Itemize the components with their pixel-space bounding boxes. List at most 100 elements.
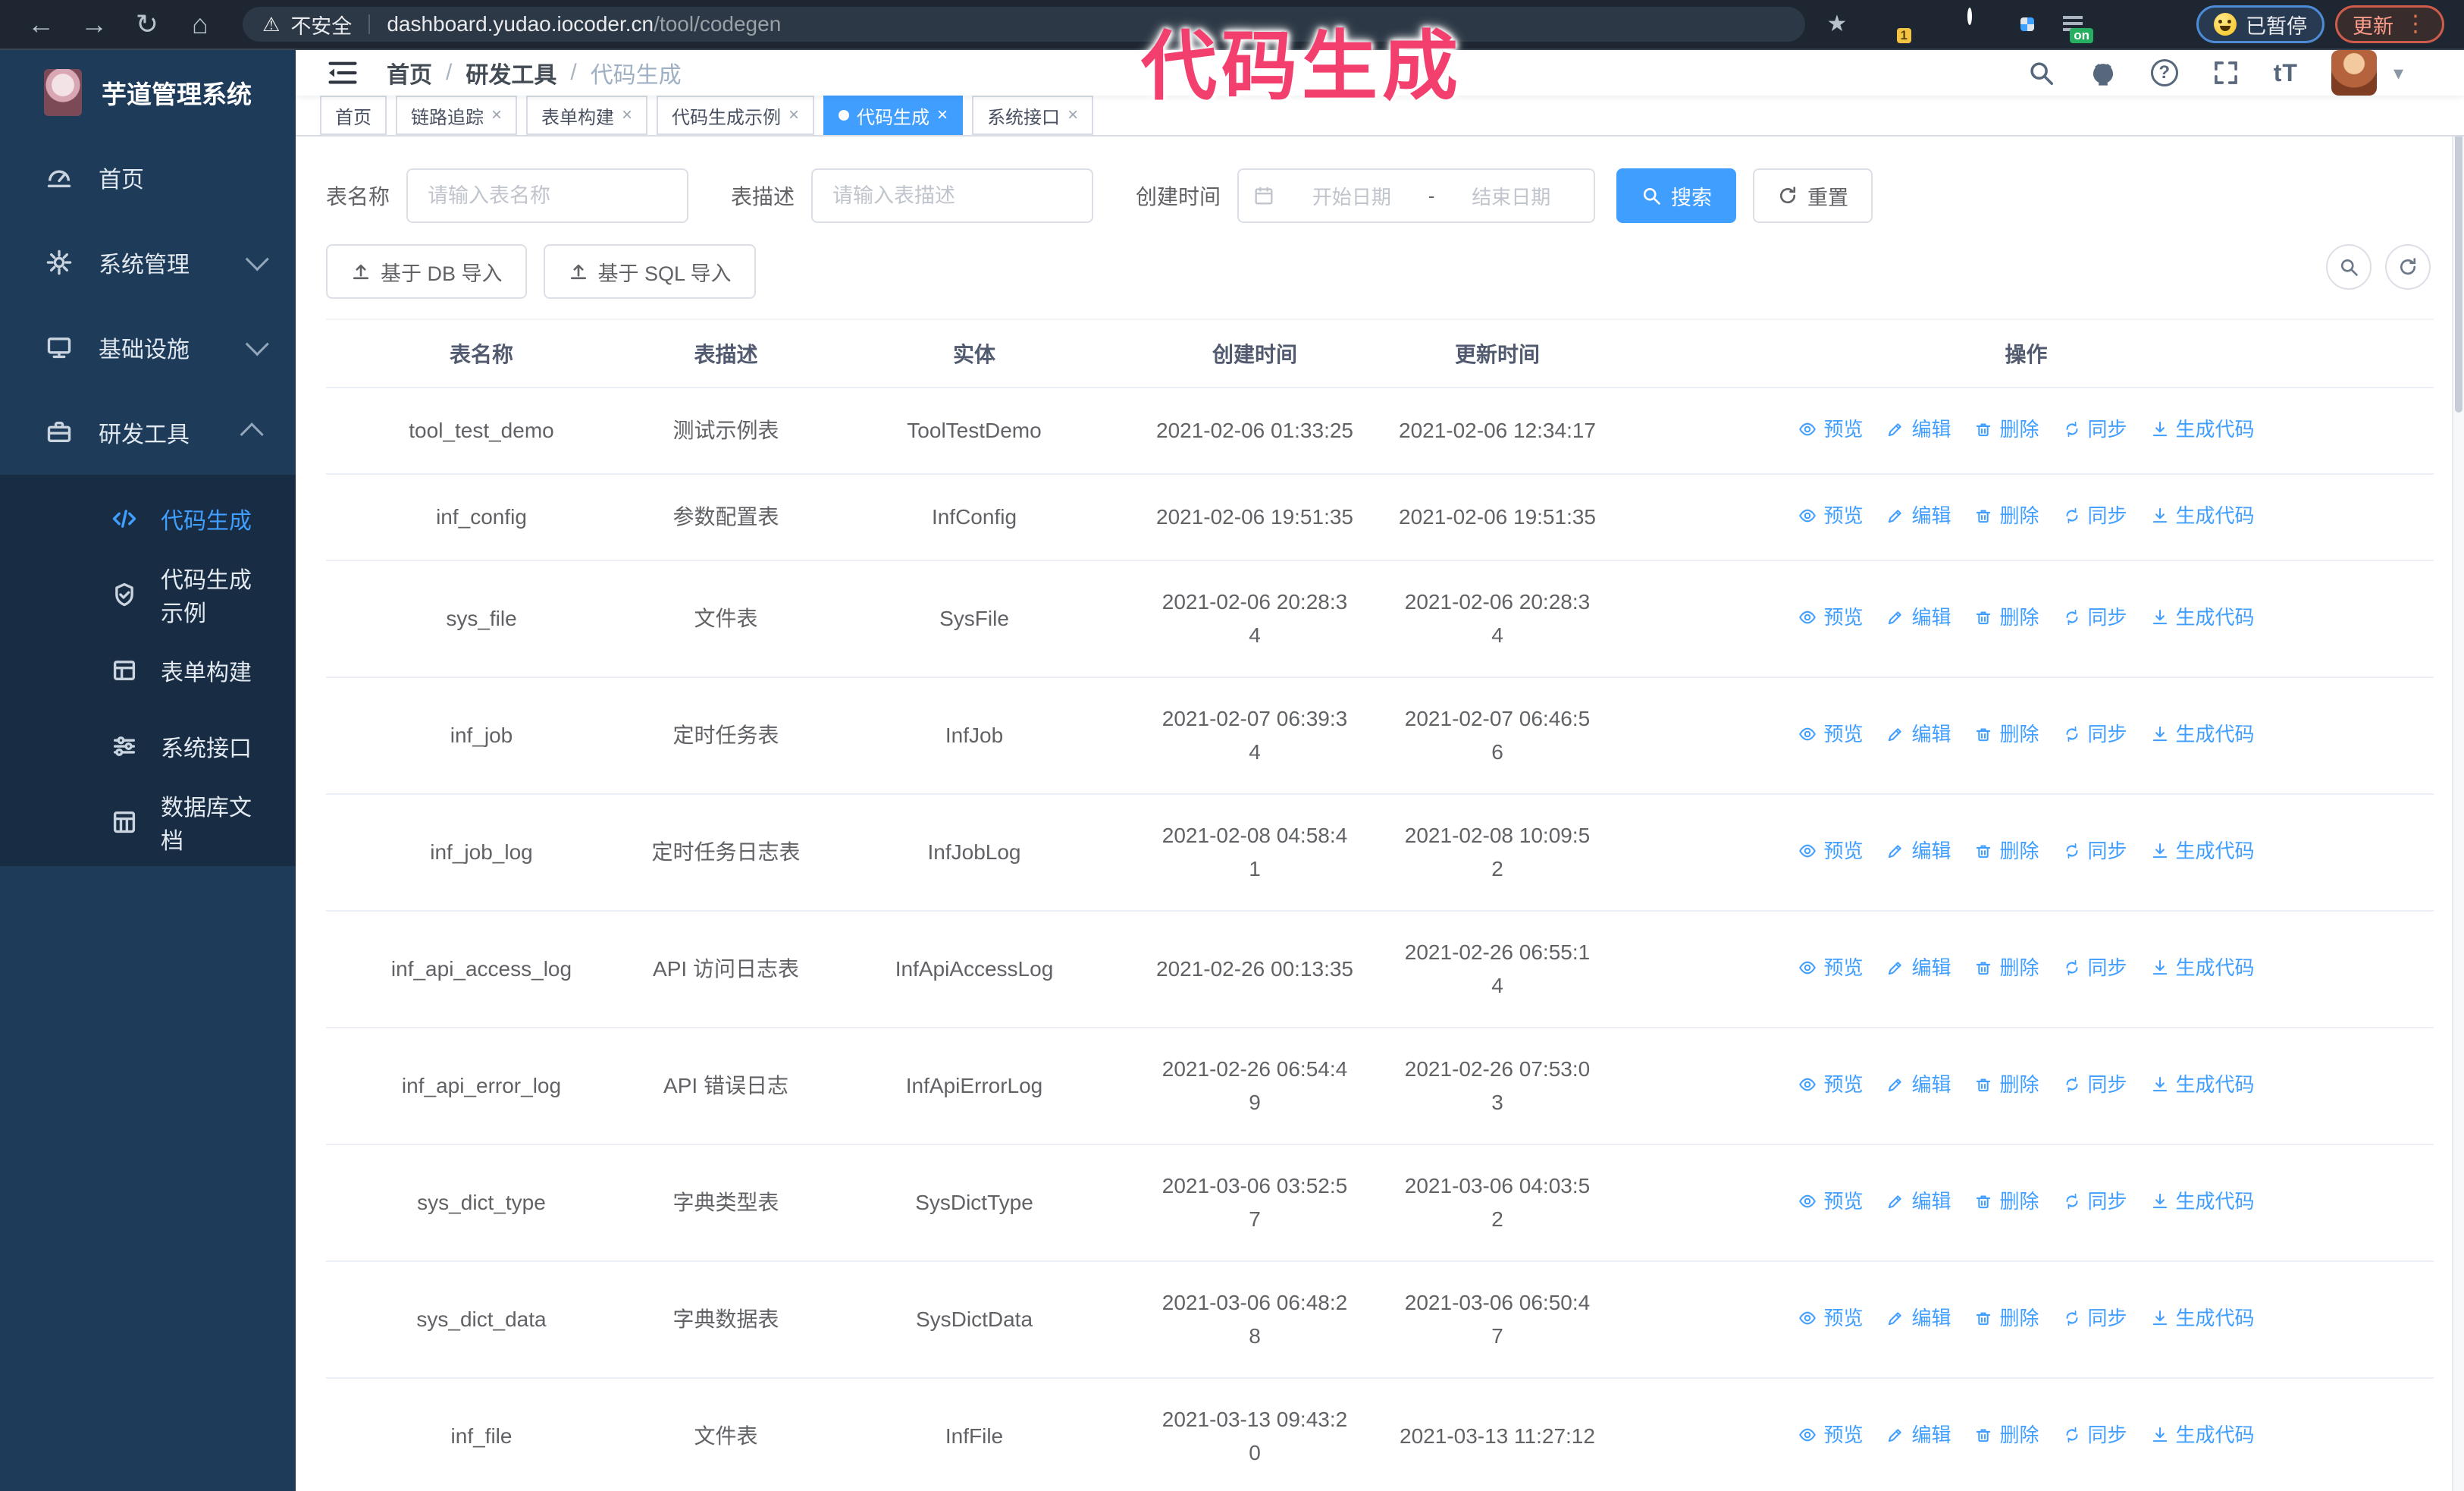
生成代码-link[interactable]: 生成代码 bbox=[2150, 413, 2255, 446]
同步-link[interactable]: 同步 bbox=[2062, 413, 2127, 446]
app-logo[interactable]: 芋道管理系统 bbox=[0, 50, 296, 135]
close-icon[interactable]: × bbox=[491, 106, 502, 124]
sidebar-item-codegen[interactable]: 代码生成 bbox=[0, 481, 296, 557]
编辑-link[interactable]: 编辑 bbox=[1886, 951, 1951, 984]
text-size-icon[interactable]: tT bbox=[2274, 59, 2298, 87]
预览-link[interactable]: 预览 bbox=[1798, 1418, 1863, 1452]
同步-link[interactable]: 同步 bbox=[2062, 499, 2127, 532]
db-import-button[interactable]: 基于 DB 导入 bbox=[326, 244, 527, 299]
编辑-link[interactable]: 编辑 bbox=[1886, 1185, 1951, 1218]
同步-link[interactable]: 同步 bbox=[2062, 601, 2127, 634]
date-range-picker[interactable]: 开始日期 - 结束日期 bbox=[1237, 168, 1596, 223]
sidebar-item-devtools[interactable]: 研发工具 bbox=[0, 390, 296, 475]
sql-import-button[interactable]: 基于 SQL 导入 bbox=[543, 244, 756, 299]
同步-link[interactable]: 同步 bbox=[2062, 1301, 2127, 1335]
search-icon[interactable] bbox=[2027, 58, 2055, 87]
extension-orange-icon[interactable]: 1 bbox=[1876, 10, 1911, 43]
kebab-menu-icon[interactable]: ⋮ bbox=[2404, 13, 2427, 36]
sidebar-item-codegen-example[interactable]: 代码生成示例 bbox=[0, 557, 296, 632]
avatar[interactable] bbox=[2331, 50, 2377, 96]
url-bar[interactable]: ⚠ 不安全 dashboard.yudao.iocoder.cn/tool/co… bbox=[243, 7, 1805, 42]
删除-link[interactable]: 删除 bbox=[1973, 1185, 2039, 1218]
生成代码-link[interactable]: 生成代码 bbox=[2150, 1301, 2255, 1335]
sidebar-item-system-api[interactable]: 系统接口 bbox=[0, 708, 296, 784]
生成代码-link[interactable]: 生成代码 bbox=[2150, 1068, 2255, 1101]
编辑-link[interactable]: 编辑 bbox=[1886, 413, 1951, 446]
同步-link[interactable]: 同步 bbox=[2062, 951, 2127, 984]
删除-link[interactable]: 删除 bbox=[1973, 1068, 2039, 1101]
extension-puzzle-icon[interactable] bbox=[2149, 10, 2178, 39]
tab-表单构建[interactable]: 表单构建 × bbox=[526, 96, 648, 135]
hamburger-icon[interactable] bbox=[326, 56, 359, 89]
同步-link[interactable]: 同步 bbox=[2062, 1185, 2127, 1218]
删除-link[interactable]: 删除 bbox=[1973, 601, 2039, 634]
reload-icon[interactable]: ↻ bbox=[126, 2, 168, 47]
extension-check-icon[interactable] bbox=[1967, 8, 1996, 39]
sidebar-item-db-doc[interactable]: 数据库文档 bbox=[0, 784, 296, 860]
bookmark-star-icon[interactable]: ★ bbox=[1816, 2, 1858, 47]
github-icon[interactable] bbox=[2089, 58, 2118, 87]
extension-grid-icon[interactable] bbox=[2013, 10, 2042, 39]
back-icon[interactable]: ← bbox=[20, 2, 62, 47]
breadcrumb-item[interactable]: 首页 bbox=[387, 56, 432, 89]
编辑-link[interactable]: 编辑 bbox=[1886, 1068, 1951, 1101]
table-desc-input[interactable] bbox=[832, 184, 1073, 208]
生成代码-link[interactable]: 生成代码 bbox=[2150, 1185, 2255, 1218]
预览-link[interactable]: 预览 bbox=[1798, 951, 1863, 984]
close-icon[interactable]: × bbox=[937, 106, 948, 124]
tab-系统接口[interactable]: 系统接口 × bbox=[972, 96, 1094, 135]
生成代码-link[interactable]: 生成代码 bbox=[2150, 951, 2255, 984]
tab-首页[interactable]: 首页 bbox=[320, 96, 387, 135]
预览-link[interactable]: 预览 bbox=[1798, 499, 1863, 532]
tab-代码生成[interactable]: 代码生成 × bbox=[823, 96, 964, 135]
删除-link[interactable]: 删除 bbox=[1973, 717, 2039, 751]
编辑-link[interactable]: 编辑 bbox=[1886, 717, 1951, 751]
breadcrumb-item[interactable]: 研发工具 bbox=[466, 56, 556, 89]
删除-link[interactable]: 删除 bbox=[1973, 1418, 2039, 1452]
同步-link[interactable]: 同步 bbox=[2062, 1068, 2127, 1101]
extension-gem-icon[interactable] bbox=[1922, 10, 1951, 39]
close-icon[interactable]: × bbox=[1067, 106, 1078, 124]
同步-link[interactable]: 同步 bbox=[2062, 717, 2127, 751]
table-name-input[interactable] bbox=[428, 184, 668, 208]
tab-代码生成示例[interactable]: 代码生成示例 × bbox=[657, 96, 815, 135]
预览-link[interactable]: 预览 bbox=[1798, 1301, 1863, 1335]
生成代码-link[interactable]: 生成代码 bbox=[2150, 499, 2255, 532]
预览-link[interactable]: 预览 bbox=[1798, 1185, 1863, 1218]
reset-button[interactable]: 重置 bbox=[1753, 168, 1873, 223]
extension-dark-icon[interactable]: on bbox=[2058, 10, 2093, 43]
编辑-link[interactable]: 编辑 bbox=[1886, 601, 1951, 634]
sidebar-item-system[interactable]: 系统管理 bbox=[0, 220, 296, 305]
同步-link[interactable]: 同步 bbox=[2062, 1418, 2127, 1452]
生成代码-link[interactable]: 生成代码 bbox=[2150, 601, 2255, 634]
paused-extension-badge[interactable]: 已暂停 bbox=[2196, 5, 2324, 43]
search-button[interactable]: 搜索 bbox=[1616, 168, 1737, 223]
生成代码-link[interactable]: 生成代码 bbox=[2150, 1418, 2255, 1452]
sidebar-item-home[interactable]: 首页 bbox=[0, 135, 296, 220]
生成代码-link[interactable]: 生成代码 bbox=[2150, 834, 2255, 868]
预览-link[interactable]: 预览 bbox=[1798, 413, 1863, 446]
删除-link[interactable]: 删除 bbox=[1973, 1301, 2039, 1335]
预览-link[interactable]: 预览 bbox=[1798, 717, 1863, 751]
预览-link[interactable]: 预览 bbox=[1798, 834, 1863, 868]
编辑-link[interactable]: 编辑 bbox=[1886, 1418, 1951, 1452]
tab-链路追踪[interactable]: 链路追踪 × bbox=[396, 96, 518, 135]
page-scrollbar[interactable] bbox=[2452, 50, 2464, 1491]
toggle-search-button[interactable] bbox=[2326, 244, 2372, 290]
删除-link[interactable]: 删除 bbox=[1973, 951, 2039, 984]
help-icon[interactable]: ? bbox=[2150, 59, 2178, 86]
编辑-link[interactable]: 编辑 bbox=[1886, 1301, 1951, 1335]
update-button[interactable]: 更新 ⋮ bbox=[2335, 5, 2444, 43]
forward-icon[interactable]: → bbox=[73, 2, 115, 47]
预览-link[interactable]: 预览 bbox=[1798, 1068, 1863, 1101]
预览-link[interactable]: 预览 bbox=[1798, 601, 1863, 634]
删除-link[interactable]: 删除 bbox=[1973, 834, 2039, 868]
refresh-table-button[interactable] bbox=[2385, 244, 2431, 290]
sidebar-item-form-build[interactable]: 表单构建 bbox=[0, 632, 296, 708]
编辑-link[interactable]: 编辑 bbox=[1886, 834, 1951, 868]
fullscreen-icon[interactable] bbox=[2212, 58, 2240, 87]
close-icon[interactable]: × bbox=[622, 106, 632, 124]
删除-link[interactable]: 删除 bbox=[1973, 413, 2039, 446]
extension-green-icon[interactable] bbox=[2104, 10, 2133, 39]
生成代码-link[interactable]: 生成代码 bbox=[2150, 717, 2255, 751]
